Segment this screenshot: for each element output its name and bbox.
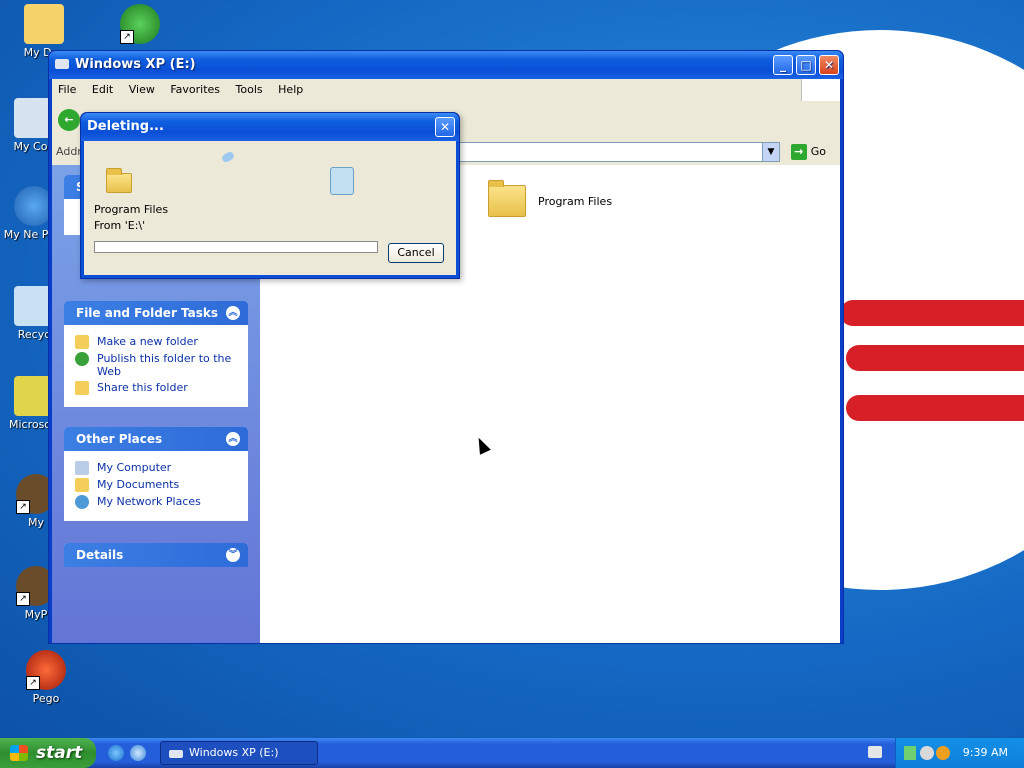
place-my-documents[interactable]: My Documents: [75, 478, 237, 492]
my-documents-icon: [75, 478, 89, 492]
chevron-down-icon[interactable]: ︾: [226, 548, 240, 562]
flying-file-icon: [220, 150, 236, 164]
share-folder-icon: [75, 381, 89, 395]
wallpaper-stripe: [846, 395, 1024, 421]
task-make-new-folder[interactable]: Make a new folder: [75, 335, 237, 349]
deleting-dialog: Deleting... ✕ Program Files From 'E:\' C…: [80, 112, 460, 279]
wallpaper-stripe: [846, 345, 1024, 371]
my-computer-icon: [75, 461, 89, 475]
menu-view[interactable]: View: [123, 79, 161, 101]
dialog-titlebar[interactable]: Deleting... ✕: [81, 113, 459, 141]
system-tray: 9:39 AM: [895, 738, 1024, 768]
place-my-computer[interactable]: My Computer: [75, 461, 237, 475]
windows-logo-icon: [801, 79, 840, 101]
folder-item-program-files[interactable]: Program Files: [488, 180, 613, 217]
maximize-button[interactable]: □: [796, 55, 816, 75]
other-places-header[interactable]: Other Places ︽: [64, 427, 248, 451]
menu-tools[interactable]: Tools: [230, 79, 269, 101]
desktop-icon-ie-shortcut[interactable]: ↗: [102, 4, 178, 46]
tray-network-icon[interactable]: [920, 746, 934, 760]
tray-security-icon[interactable]: [936, 746, 950, 760]
pego-shortcut-icon: ↗: [26, 650, 66, 690]
taskbar-button-explorer[interactable]: Windows XP (E:): [160, 741, 318, 765]
cancel-button[interactable]: Cancel: [388, 243, 444, 263]
other-places-panel: Other Places ︽ My Computer My Documents …: [64, 427, 248, 521]
go-button[interactable]: → Go: [790, 143, 826, 161]
drive-icon: [55, 59, 69, 69]
windows-flag-icon: [10, 745, 28, 761]
clock: 9:39 AM: [962, 746, 1008, 759]
back-button[interactable]: ←: [58, 109, 80, 131]
window-titlebar[interactable]: Windows XP (E:) _ □ ✕: [49, 51, 843, 79]
wallpaper-stripe: [840, 300, 1024, 326]
recycle-bin-icon: [330, 167, 354, 195]
menu-bar: File Edit View Favorites Tools Help: [52, 79, 840, 102]
my-documents-icon: [24, 4, 64, 44]
window-title: Windows XP (E:): [75, 57, 196, 72]
close-button[interactable]: ✕: [819, 55, 839, 75]
chevron-up-icon[interactable]: ︽: [226, 432, 240, 446]
details-header[interactable]: Details ︾: [64, 543, 248, 567]
internet-explorer-icon[interactable]: [108, 745, 124, 761]
taskbar: start Windows XP (E:) 9:39 AM: [0, 738, 1024, 768]
publish-web-icon: [75, 352, 89, 366]
task-share-folder[interactable]: Share this folder: [75, 381, 237, 395]
network-places-icon: [75, 495, 89, 509]
new-folder-icon: [75, 335, 89, 349]
place-my-network-places[interactable]: My Network Places: [75, 495, 237, 509]
tray-app-icon[interactable]: [904, 746, 916, 760]
menu-file[interactable]: File: [52, 79, 82, 101]
outlook-express-icon[interactable]: [130, 745, 146, 761]
ie-shortcut-icon: ↗: [120, 4, 160, 44]
menu-favorites[interactable]: Favorites: [164, 79, 226, 101]
delete-progress-bar: [94, 241, 378, 253]
keyboard-icon[interactable]: [868, 746, 882, 758]
menu-help[interactable]: Help: [272, 79, 309, 101]
go-arrow-icon: →: [790, 144, 807, 160]
task-publish-folder[interactable]: Publish this folder to the Web: [75, 352, 237, 378]
dialog-from-text: From 'E:\': [94, 219, 146, 232]
dialog-close-button[interactable]: ✕: [435, 117, 455, 137]
file-folder-tasks-header[interactable]: File and Folder Tasks ︽: [64, 301, 248, 325]
desktop-icon-pego[interactable]: ↗ Pego: [8, 650, 84, 705]
dialog-title: Deleting...: [87, 119, 164, 134]
drive-icon: [169, 750, 183, 758]
details-panel: Details ︾: [64, 543, 248, 567]
source-folder-icon: [106, 168, 132, 193]
start-button[interactable]: start: [0, 738, 96, 768]
minimize-button[interactable]: _: [773, 55, 793, 75]
chevron-down-icon[interactable]: ▼: [762, 143, 779, 161]
folder-icon: [488, 180, 526, 217]
chevron-up-icon[interactable]: ︽: [226, 306, 240, 320]
dialog-file-name: Program Files: [94, 203, 169, 216]
file-folder-tasks-panel: File and Folder Tasks ︽ Make a new folde…: [64, 301, 248, 407]
menu-edit[interactable]: Edit: [86, 79, 119, 101]
dialog-body: Program Files From 'E:\' Cancel: [84, 141, 456, 275]
folder-item-label: Program Files: [538, 194, 613, 208]
